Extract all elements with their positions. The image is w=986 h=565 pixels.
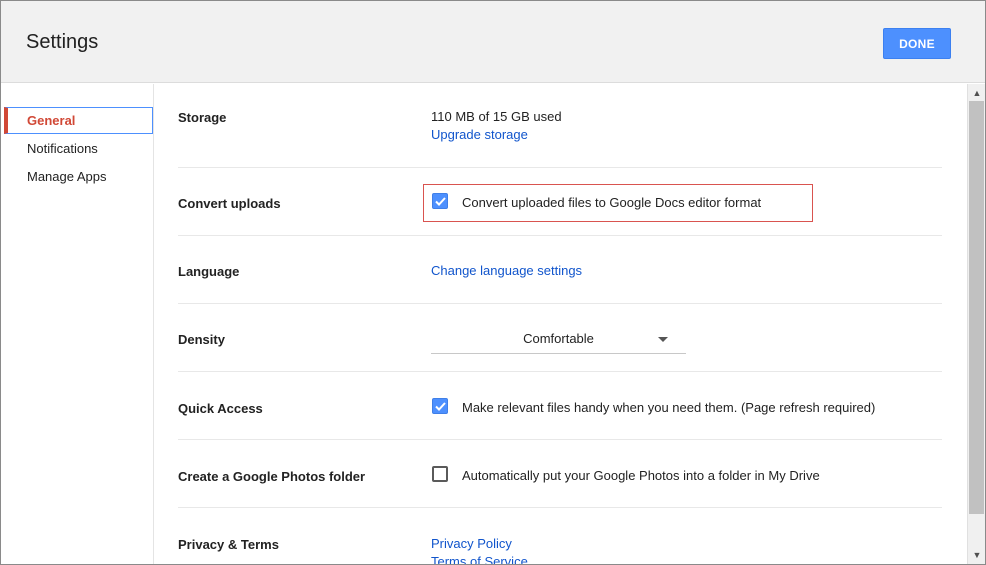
storage-label: Storage (178, 110, 227, 125)
privacy-label: Privacy & Terms (178, 537, 279, 552)
storage-row: Storage 110 MB of 15 GB used Upgrade sto… (178, 84, 942, 168)
convert-uploads-text: Convert uploaded files to Google Docs ed… (462, 195, 762, 210)
done-button[interactable]: DONE (883, 28, 951, 59)
sidebar-item-general[interactable]: General (4, 107, 153, 134)
upgrade-storage-link[interactable]: Upgrade storage (431, 127, 528, 142)
density-select[interactable]: Comfortable (431, 326, 686, 354)
privacy-policy-link[interactable]: Privacy Policy (431, 536, 512, 551)
arrow-down-icon[interactable]: ▼ (968, 546, 985, 563)
photos-folder-text: Automatically put your Google Photos int… (462, 468, 820, 483)
check-icon (435, 402, 446, 411)
sidebar-item-notifications[interactable]: Notifications (4, 135, 153, 162)
density-select-value: Comfortable (523, 331, 594, 346)
language-label: Language (178, 264, 240, 279)
density-label: Density (178, 332, 225, 347)
change-language-link[interactable]: Change language settings (431, 263, 582, 278)
dialog-header: Settings DONE (1, 1, 985, 83)
page-title: Settings (26, 31, 99, 53)
arrow-up-icon[interactable]: ▲ (968, 84, 985, 101)
photos-folder-checkbox[interactable] (432, 466, 448, 482)
language-row: Language Change language settings (178, 236, 942, 304)
scroll-thumb[interactable] (969, 101, 984, 514)
convert-uploads-label: Convert uploads (178, 196, 281, 211)
settings-content: Storage 110 MB of 15 GB used Upgrade sto… (154, 84, 967, 564)
quick-access-checkbox[interactable] (432, 398, 448, 414)
sidebar-item-manage-apps[interactable]: Manage Apps (4, 163, 153, 190)
chevron-down-icon (658, 337, 668, 342)
density-row: Density Comfortable (178, 304, 942, 372)
photos-folder-label: Create a Google Photos folder (178, 469, 366, 484)
privacy-row: Privacy & Terms Privacy Policy Terms of … (178, 508, 942, 564)
quick-access-label: Quick Access (178, 401, 263, 416)
convert-uploads-checkbox[interactable] (432, 193, 448, 209)
photos-folder-row: Create a Google Photos folder Automatica… (178, 440, 942, 508)
settings-dialog: Settings DONE General Notifications Mana… (0, 0, 986, 565)
terms-of-service-link[interactable]: Terms of Service (431, 554, 528, 564)
vertical-scrollbar[interactable]: ▲ ▼ (967, 84, 985, 564)
convert-uploads-row: Convert uploads Convert uploaded files t… (178, 168, 942, 236)
settings-sidebar: General Notifications Manage Apps (1, 84, 154, 564)
quick-access-text: Make relevant files handy when you need … (462, 400, 876, 415)
check-icon (435, 197, 446, 206)
quick-access-row: Quick Access Make relevant files handy w… (178, 372, 942, 440)
storage-usage: 110 MB of 15 GB used (431, 109, 562, 124)
